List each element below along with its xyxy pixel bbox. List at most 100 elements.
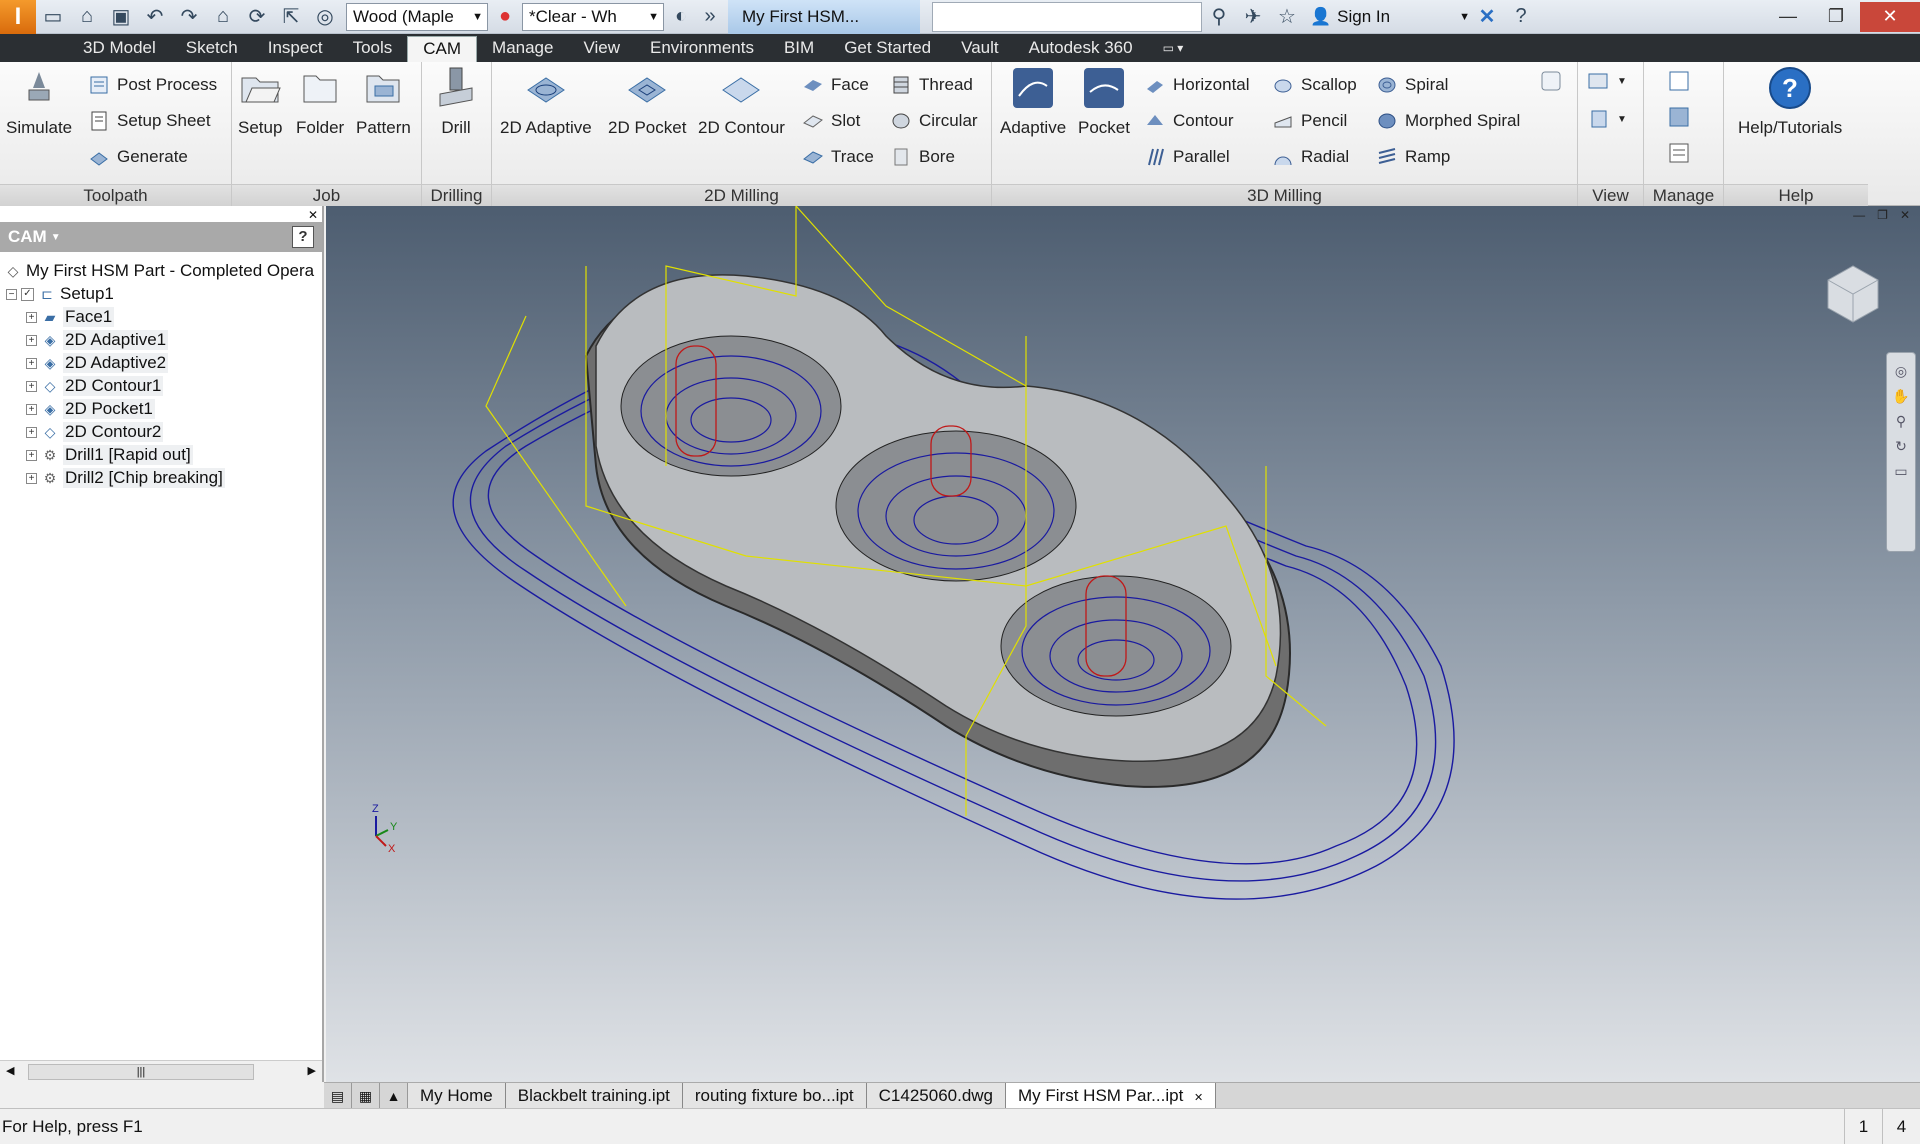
- view-display-dropdown[interactable]: ▼: [1588, 68, 1627, 94]
- generate-button[interactable]: Generate: [88, 144, 188, 170]
- post-library-button[interactable]: [1668, 104, 1690, 130]
- tab-3d-model[interactable]: 3D Model: [68, 36, 171, 62]
- horizontal-button[interactable]: Horizontal: [1144, 72, 1250, 98]
- browser-header[interactable]: CAM ▼ ?: [0, 222, 322, 252]
- expand-icon[interactable]: +: [26, 472, 37, 484]
- circular-button[interactable]: Circular: [890, 108, 978, 134]
- binoculars-icon[interactable]: ⚲: [1202, 2, 1236, 32]
- tile-windows-icon[interactable]: ▦: [352, 1083, 380, 1109]
- checkbox-checked-icon[interactable]: ✓: [21, 287, 34, 301]
- 2d-adaptive-button[interactable]: 2D Adaptive: [500, 66, 592, 138]
- tab-get-started[interactable]: Get Started: [829, 36, 946, 62]
- more-commands-icon[interactable]: »: [698, 2, 722, 32]
- post-process-button[interactable]: Post Process: [88, 72, 217, 98]
- browser-help-icon[interactable]: ?: [292, 226, 314, 248]
- doc-tab-my-home[interactable]: My Home: [408, 1083, 506, 1109]
- view-mode-dropdown[interactable]: ▼: [1588, 106, 1627, 132]
- trace-button[interactable]: Trace: [802, 144, 874, 170]
- doc-tab-routing-fixture[interactable]: routing fixture bo...ipt: [682, 1083, 867, 1109]
- appearance-dropdown[interactable]: *Clear - Wh ▼: [522, 2, 664, 31]
- tab-cam[interactable]: CAM: [407, 36, 478, 62]
- expand-icon[interactable]: +: [26, 311, 37, 323]
- tab-manage[interactable]: Manage: [477, 36, 568, 62]
- redo-icon[interactable]: ↷: [172, 2, 206, 32]
- drill-button[interactable]: Drill: [434, 66, 478, 138]
- 3d-milling-extra-button[interactable]: [1540, 68, 1562, 94]
- expand-icon[interactable]: +: [26, 357, 37, 369]
- bore-button[interactable]: Bore: [890, 144, 955, 170]
- select-icon[interactable]: ⇱: [274, 2, 308, 32]
- doc-tab-blackbelt[interactable]: Blackbelt training.ipt: [505, 1083, 683, 1109]
- cascade-windows-icon[interactable]: ▤: [324, 1083, 352, 1109]
- spiral-button[interactable]: Spiral: [1376, 72, 1448, 98]
- expand-icon[interactable]: +: [26, 380, 37, 392]
- appearance-clear-icon[interactable]: ◐: [664, 2, 698, 32]
- browser-close-icon[interactable]: ✕: [308, 208, 318, 222]
- graphics-viewport[interactable]: — ❐ ✕ ◎ ✋ ⚲ ↻ ▭ Z Y X: [326, 206, 1920, 1082]
- close-button[interactable]: ✕: [1860, 1, 1920, 32]
- folder-button[interactable]: Folder: [296, 66, 344, 138]
- color-wheel-icon[interactable]: ●: [488, 2, 522, 32]
- expand-icon[interactable]: +: [26, 334, 37, 346]
- expand-icon[interactable]: +: [26, 426, 37, 438]
- 2d-pocket-button[interactable]: 2D Pocket: [608, 66, 686, 138]
- scroll-thumb[interactable]: |||: [28, 1064, 254, 1080]
- scroll-left-icon[interactable]: ◀: [6, 1064, 14, 1077]
- doc-tab-my-first-hsm[interactable]: My First HSM Par...ipt ✕: [1006, 1083, 1217, 1109]
- tree-operation[interactable]: + ⚙ Drill2 [Chip breaking]: [26, 465, 225, 491]
- browser-horizontal-scrollbar[interactable]: ◀ ||| ▶: [0, 1060, 322, 1082]
- tab-bim[interactable]: BIM: [769, 36, 829, 62]
- ribbon-options-icon[interactable]: ▭ ▾: [1148, 36, 1199, 62]
- minimize-button[interactable]: —: [1764, 2, 1812, 32]
- pencil-button[interactable]: Pencil: [1272, 108, 1347, 134]
- help-icon[interactable]: ?: [1504, 2, 1538, 32]
- scroll-right-icon[interactable]: ▶: [308, 1064, 316, 1077]
- favorites-star-icon[interactable]: ☆: [1270, 2, 1304, 32]
- pattern-button[interactable]: Pattern: [356, 66, 411, 138]
- scallop-button[interactable]: Scallop: [1272, 72, 1357, 98]
- document-list-icon[interactable]: ▲: [380, 1083, 408, 1109]
- update-icon[interactable]: ⟳: [240, 2, 274, 32]
- setup-sheet-button[interactable]: Setup Sheet: [88, 108, 211, 134]
- 2d-contour-button[interactable]: 2D Contour: [698, 66, 785, 138]
- tab-environments[interactable]: Environments: [635, 36, 769, 62]
- collapse-icon[interactable]: −: [6, 288, 17, 300]
- thread-button[interactable]: Thread: [890, 72, 973, 98]
- tab-vault[interactable]: Vault: [946, 36, 1014, 62]
- tab-sketch[interactable]: Sketch: [171, 36, 253, 62]
- tab-view[interactable]: View: [568, 36, 635, 62]
- exchange-apps-icon[interactable]: ✕: [1470, 2, 1504, 32]
- simulate-button[interactable]: Simulate: [6, 66, 72, 138]
- sign-in-button[interactable]: 👤 Sign In ▼: [1310, 7, 1470, 27]
- contour-3d-button[interactable]: Contour: [1144, 108, 1233, 134]
- adaptive-3d-button[interactable]: Adaptive: [1000, 66, 1066, 138]
- task-manager-button[interactable]: [1668, 140, 1690, 166]
- tab-autodesk-360[interactable]: Autodesk 360: [1014, 36, 1148, 62]
- slot-button[interactable]: Slot: [802, 108, 860, 134]
- expand-icon[interactable]: +: [26, 449, 37, 461]
- close-tab-icon[interactable]: ✕: [1194, 1092, 1203, 1104]
- radial-button[interactable]: Radial: [1272, 144, 1349, 170]
- tab-tools[interactable]: Tools: [338, 36, 408, 62]
- app-logo-icon[interactable]: I: [0, 0, 36, 34]
- restore-button[interactable]: ❐: [1812, 2, 1860, 32]
- pocket-3d-button[interactable]: Pocket: [1078, 66, 1130, 138]
- communication-center-icon[interactable]: ✈: [1236, 2, 1270, 32]
- save-icon[interactable]: ▣: [104, 2, 138, 32]
- setup-button[interactable]: Setup: [238, 66, 282, 138]
- expand-icon[interactable]: +: [26, 403, 37, 415]
- open-folder-icon[interactable]: ⌂: [70, 2, 104, 32]
- doc-tab-c1425060[interactable]: C1425060.dwg: [866, 1083, 1007, 1109]
- face-button[interactable]: Face: [802, 72, 869, 98]
- help-tutorials-button[interactable]: ? Help/Tutorials: [1738, 66, 1842, 138]
- home-icon[interactable]: ⌂: [206, 2, 240, 32]
- material-sphere-icon[interactable]: ◎: [308, 2, 342, 32]
- new-file-icon[interactable]: ▭: [36, 2, 70, 32]
- morphed-spiral-button[interactable]: Morphed Spiral: [1376, 108, 1520, 134]
- ramp-button[interactable]: Ramp: [1376, 144, 1450, 170]
- tab-inspect[interactable]: Inspect: [253, 36, 338, 62]
- tool-library-button[interactable]: [1668, 68, 1690, 94]
- help-search-input[interactable]: [932, 1, 1202, 32]
- parallel-button[interactable]: Parallel: [1144, 144, 1230, 170]
- undo-icon[interactable]: ↶: [138, 2, 172, 32]
